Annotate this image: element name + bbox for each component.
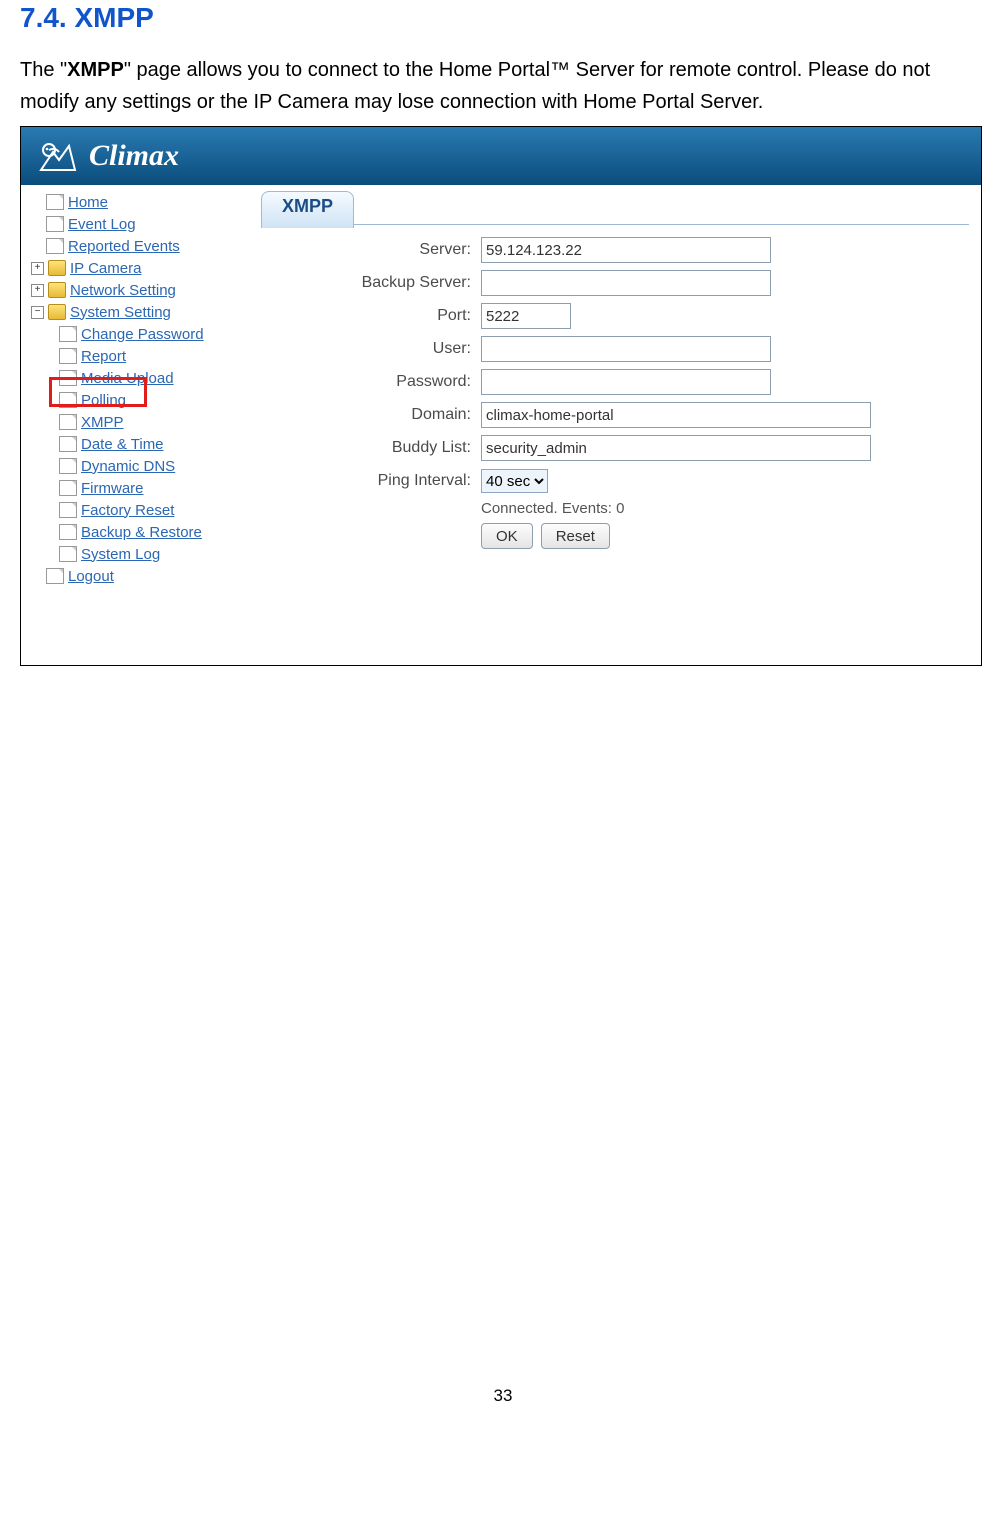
select-ping-interval[interactable]: 40 sec: [481, 469, 548, 493]
sidebar-item-changepw[interactable]: Change Password: [81, 326, 204, 343]
sidebar-tree: Home Event Log Reported Events + IP Camer…: [21, 185, 261, 665]
xmpp-form: Server: Backup Server: Port: User:: [261, 225, 971, 549]
logo-text: Climax: [89, 139, 179, 173]
folder-icon: [48, 304, 66, 320]
tab-xmpp[interactable]: XMPP: [261, 191, 354, 228]
page-icon: [59, 480, 77, 496]
sidebar-item-report[interactable]: Report: [81, 348, 126, 365]
label-port: Port:: [261, 307, 481, 325]
sidebar-item-datetime[interactable]: Date & Time: [81, 436, 164, 453]
collapse-icon[interactable]: −: [31, 306, 44, 319]
sidebar-item-syslog[interactable]: System Log: [81, 546, 160, 563]
page-icon: [59, 326, 77, 342]
page-icon: [46, 216, 64, 232]
input-backup-server[interactable]: [481, 270, 771, 296]
highlight-annotation: [49, 377, 147, 407]
section-title-text: XMPP: [74, 2, 153, 33]
expand-icon[interactable]: +: [31, 262, 44, 275]
input-server[interactable]: [481, 237, 771, 263]
page-icon: [59, 458, 77, 474]
tab-strip: XMPP: [261, 187, 971, 225]
expand-icon[interactable]: +: [31, 284, 44, 297]
sidebar-item-xmpp[interactable]: XMPP: [81, 414, 124, 431]
brand-logo: Climax: [35, 134, 179, 178]
ok-button[interactable]: OK: [481, 523, 533, 549]
body-suffix: " page allows you to connect to the Home…: [20, 59, 930, 113]
sidebar-item-home[interactable]: Home: [68, 194, 108, 211]
page-icon: [59, 436, 77, 452]
page-icon: [59, 348, 77, 364]
label-user: User:: [261, 340, 481, 358]
page-icon: [59, 546, 77, 562]
sidebar-item-system[interactable]: System Setting: [70, 304, 171, 321]
app-topbar: Climax: [21, 127, 981, 185]
input-buddy[interactable]: [481, 435, 871, 461]
page-icon: [59, 524, 77, 540]
label-backup-server: Backup Server:: [261, 274, 481, 292]
folder-icon: [48, 260, 66, 276]
reset-button[interactable]: Reset: [541, 523, 610, 549]
label-password: Password:: [261, 373, 481, 391]
sidebar-item-firmware[interactable]: Firmware: [81, 480, 144, 497]
label-domain: Domain:: [261, 406, 481, 424]
body-paragraph: The "XMPP" page allows you to connect to…: [20, 54, 986, 118]
input-user[interactable]: [481, 336, 771, 362]
sidebar-item-factoryreset[interactable]: Factory Reset: [81, 502, 174, 519]
label-buddy: Buddy List:: [261, 439, 481, 457]
sidebar-item-eventlog[interactable]: Event Log: [68, 216, 136, 233]
sidebar-item-ddns[interactable]: Dynamic DNS: [81, 458, 175, 475]
sidebar-item-network[interactable]: Network Setting: [70, 282, 176, 299]
section-heading: 7.4. XMPP: [20, 2, 986, 34]
sidebar-item-logout[interactable]: Logout: [68, 568, 114, 585]
page-icon: [46, 238, 64, 254]
page-icon: [46, 568, 64, 584]
sidebar-item-reported[interactable]: Reported Events: [68, 238, 180, 255]
body-prefix: The ": [20, 59, 67, 81]
input-password[interactable]: [481, 369, 771, 395]
input-port[interactable]: [481, 303, 571, 329]
folder-icon: [48, 282, 66, 298]
page-icon: [46, 194, 64, 210]
label-ping: Ping Interval:: [261, 472, 481, 490]
section-number: 7.4.: [20, 2, 67, 33]
page-icon: [59, 502, 77, 518]
body-bold: XMPP: [67, 59, 124, 81]
page-number: 33: [20, 1386, 986, 1420]
sidebar-item-ipcamera[interactable]: IP Camera: [70, 260, 141, 277]
logo-icon: [35, 134, 79, 178]
label-server: Server:: [261, 241, 481, 259]
connection-status: Connected. Events: 0: [261, 500, 971, 517]
input-domain[interactable]: [481, 402, 871, 428]
sidebar-item-backup[interactable]: Backup & Restore: [81, 524, 202, 541]
screenshot-frame: Climax Home Event Log Reported Events + I…: [20, 126, 982, 666]
page-icon: [59, 414, 77, 430]
